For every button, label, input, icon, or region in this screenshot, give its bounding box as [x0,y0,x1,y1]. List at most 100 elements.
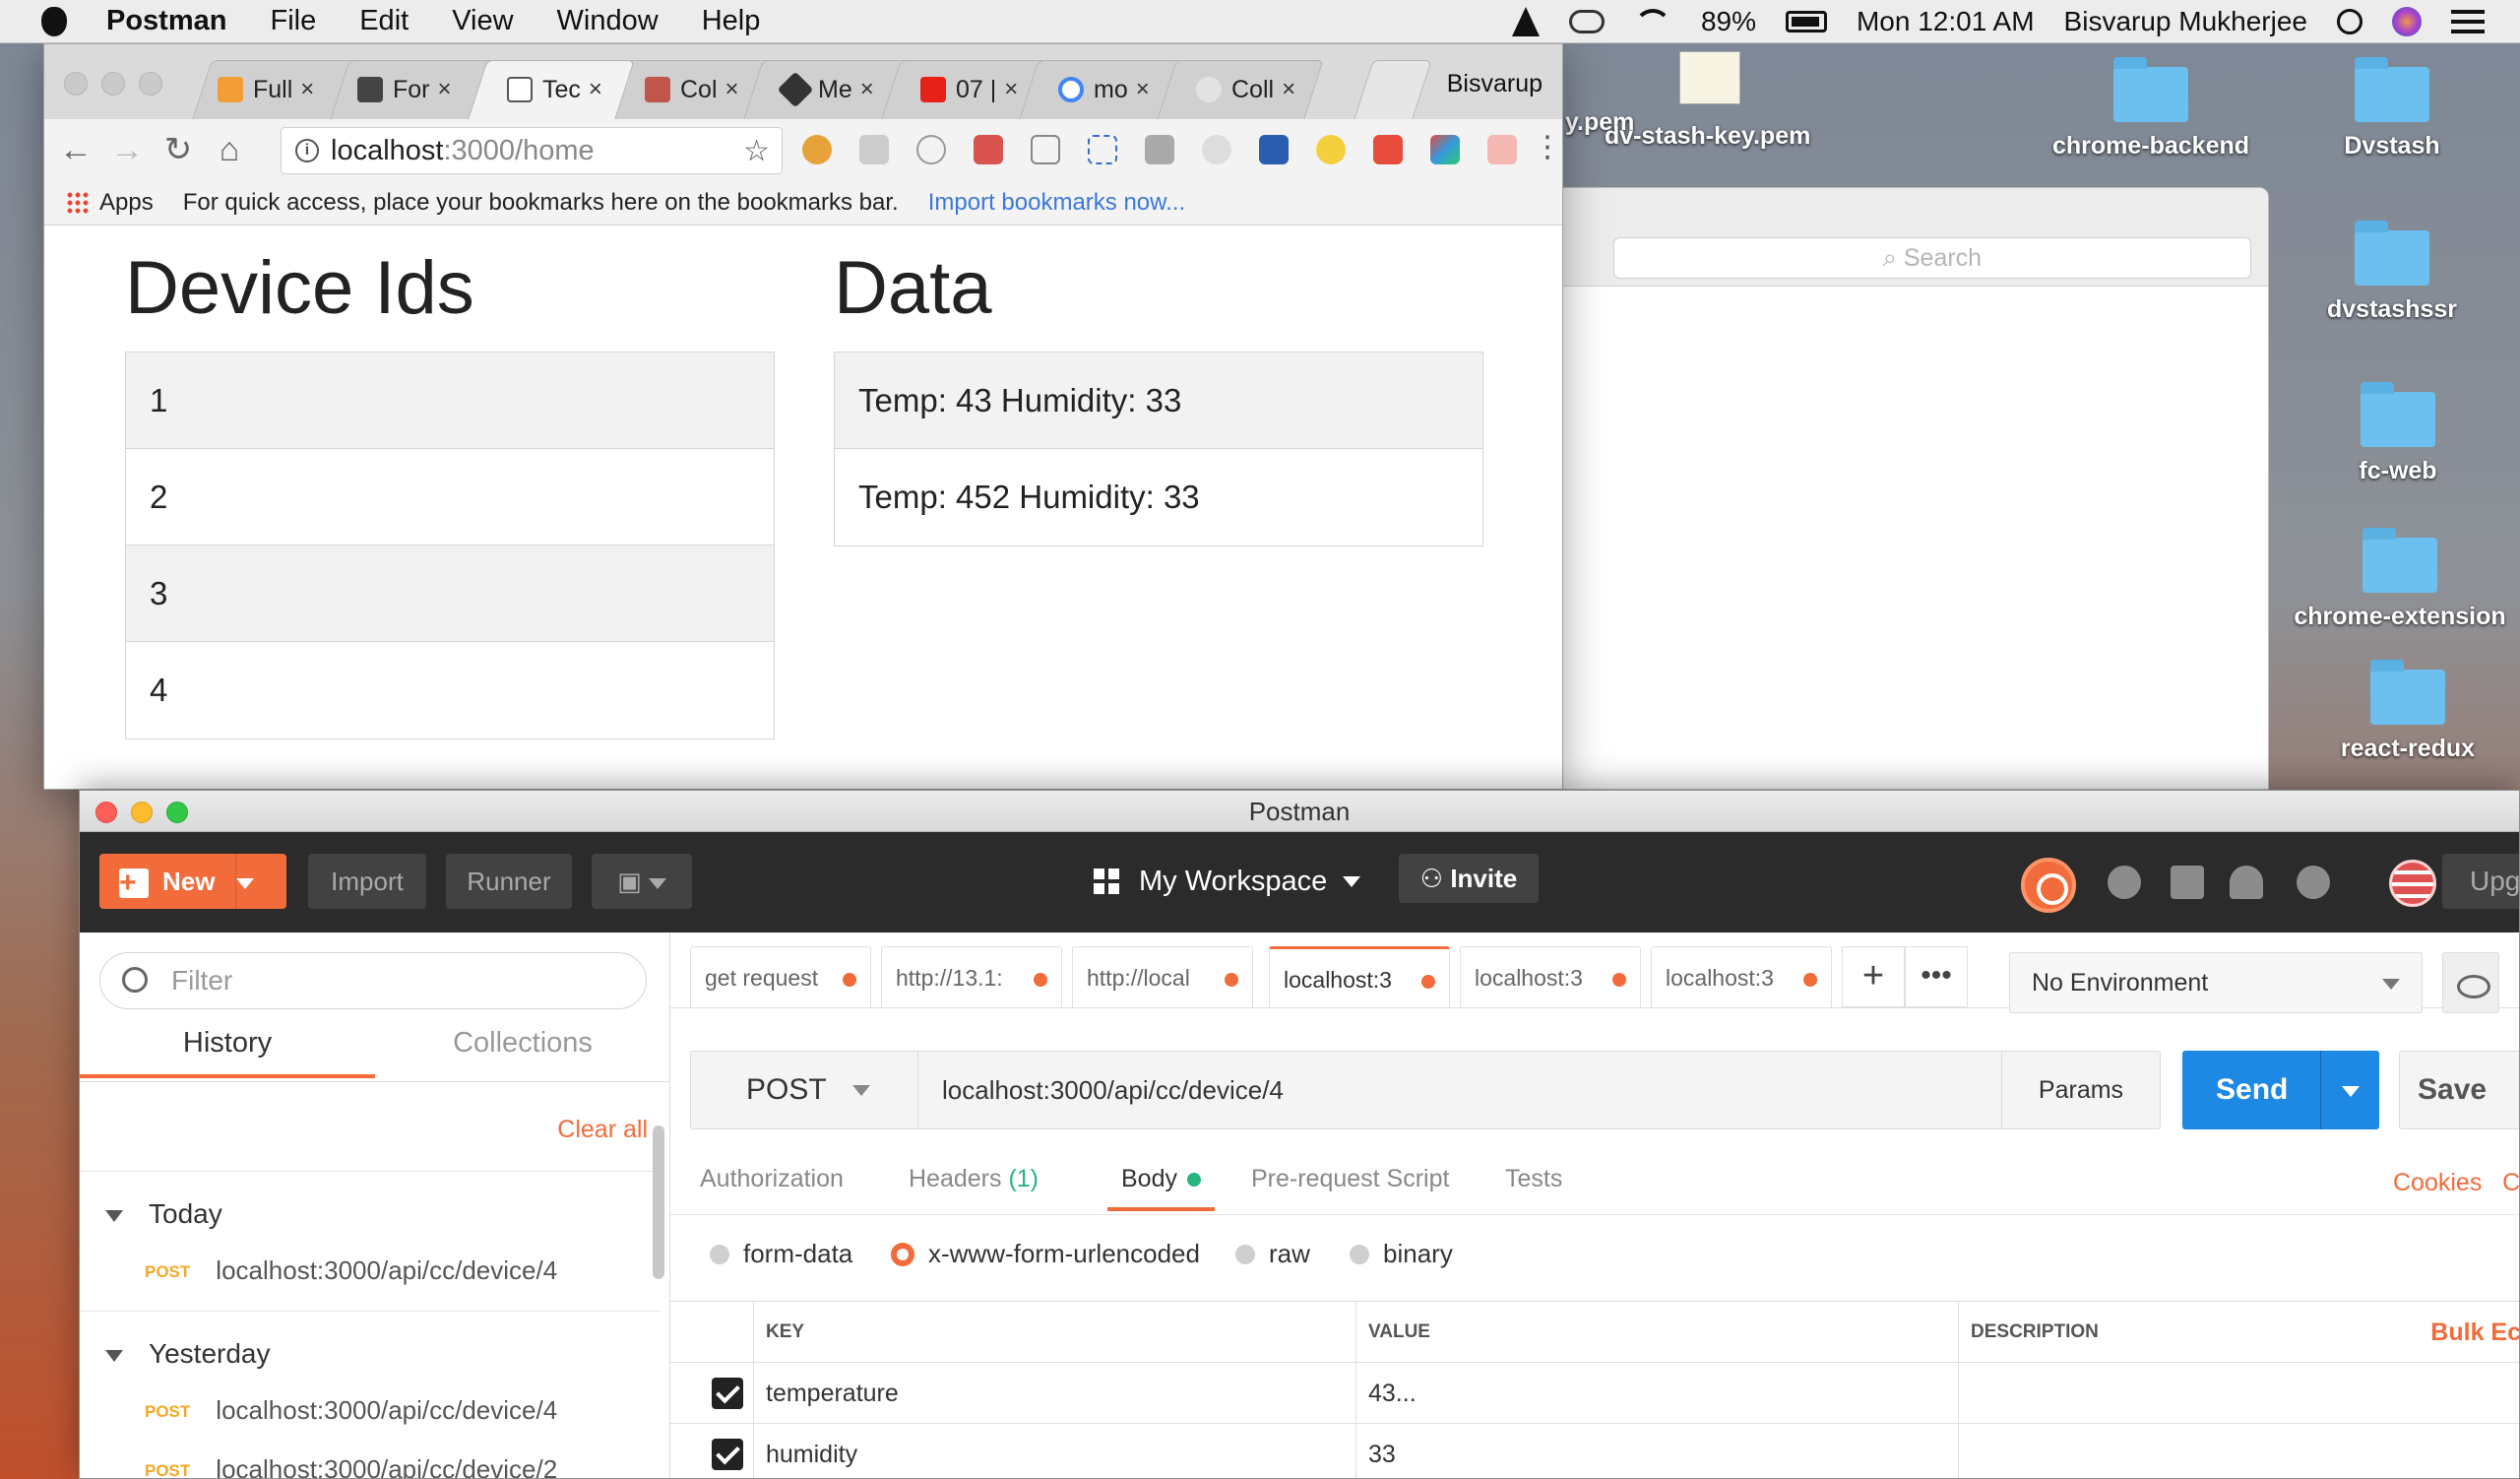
description-input[interactable] [1958,1363,2519,1424]
value-input[interactable]: 33 [1355,1424,1958,1478]
params-button[interactable]: Params [2001,1051,2161,1129]
send-dropdown-button[interactable] [2320,1051,2379,1129]
radio-raw[interactable]: raw [1235,1239,1310,1269]
zoom-window-button[interactable] [139,72,162,96]
reload-icon[interactable]: ↻ [153,130,204,169]
device-id-row[interactable]: 1 [126,353,774,449]
tab-headers[interactable]: Headers (1) [909,1165,1039,1193]
clock[interactable]: Mon 12:01 AM [1857,6,2035,37]
sidebar-scrollbar[interactable] [653,1125,664,1279]
spotlight-icon[interactable] [2337,8,2362,34]
close-tab-icon[interactable]: × [1136,76,1150,103]
device-id-row[interactable]: 4 [126,642,774,739]
desktop-folder-chrome-extension[interactable]: chrome-extension [2280,528,2520,631]
workspace-switcher[interactable]: My Workspace [1094,854,1361,909]
camera-icon[interactable] [1145,135,1174,164]
desktop-file-dv-stash-key[interactable]: dv-stash-key.pem [1605,122,1810,151]
menu-file[interactable]: File [270,5,316,37]
address-bar[interactable]: i localhost:3000/home ☆ [281,127,783,174]
new-tab-button[interactable] [1354,60,1432,119]
import-bookmarks-link[interactable]: Import bookmarks now... [928,189,1185,217]
radio-x-www-form-urlencoded[interactable]: x-www-form-urlencoded [891,1239,1200,1269]
tab-pre-request-script[interactable]: Pre-request Script [1251,1165,1449,1193]
chrome-tab-7[interactable]: mo × [1058,70,1150,109]
invite-button[interactable]: ⚇ Invite [1399,854,1539,903]
extension-cursor-icon[interactable] [1316,135,1346,164]
upgrade-button[interactable]: Upgrade [2442,854,2519,909]
chrome-tab-4[interactable]: Col × [645,70,739,109]
bell-notifications-icon[interactable] [2230,866,2263,899]
chrome-profile-button[interactable]: Bisvarup [1447,70,1543,98]
extension-txt-icon[interactable] [802,135,832,164]
chrome-tab-5[interactable]: Me × [777,70,874,109]
finder-search-input[interactable]: ⌕ Search [1613,237,2251,279]
tab-collections[interactable]: Collections [375,1027,670,1078]
send-button[interactable]: Send [2182,1051,2379,1129]
import-button[interactable]: Import [308,854,426,909]
request-tab[interactable]: get request [690,946,871,1007]
radio-binary[interactable]: binary [1350,1239,1453,1269]
close-tab-icon[interactable]: × [1282,76,1295,103]
extension-text-icon[interactable] [1031,135,1060,164]
notification-center-icon[interactable] [2451,9,2485,33]
environment-select[interactable]: No Environment [2009,952,2423,1013]
close-tab-icon[interactable]: × [438,76,452,103]
description-input[interactable] [1958,1424,2519,1478]
close-tab-icon[interactable]: × [589,76,602,103]
wrench-settings-icon[interactable] [2171,866,2204,899]
more-tabs-icon[interactable]: ••• [1905,946,1968,1007]
radio-form-data[interactable]: form-data [710,1239,852,1269]
request-tab[interactable]: localhost:3 [1460,946,1641,1007]
row-enabled-checkbox[interactable] [712,1439,743,1470]
menu-help[interactable]: Help [702,5,761,37]
new-dropdown-button[interactable] [235,854,286,909]
key-input[interactable]: temperature [753,1363,1355,1424]
creative-cloud-icon[interactable] [1568,9,1605,33]
new-window-button[interactable]: ▣ [592,854,692,909]
history-group-today[interactable]: Today [105,1198,222,1230]
desktop-folder-dvstash[interactable]: Dvstash [2294,57,2490,161]
extension-color-icon[interactable] [1430,135,1460,164]
request-tab-active[interactable]: localhost:3 [1269,946,1450,1007]
chrome-tab-2[interactable]: For × [357,70,452,109]
device-id-row[interactable]: 2 [126,449,774,546]
bookmark-star-icon[interactable]: ☆ [743,134,770,168]
environment-quick-look-eye-icon[interactable] [2442,952,2499,1013]
close-tab-icon[interactable]: × [1004,76,1018,103]
desktop-folder-chrome-backend[interactable]: chrome-backend [2048,57,2254,161]
vlc-icon[interactable] [1511,6,1540,36]
desktop-folder-dvstashssr[interactable]: dvstashssr [2294,221,2490,324]
close-tab-icon[interactable]: × [860,76,874,103]
user-name[interactable]: Bisvarup Mukherjee [2064,6,2307,37]
history-entry[interactable]: POST localhost:3000/api/cc/device/4 [145,1395,557,1426]
battery-icon[interactable] [1785,10,1827,32]
request-tab[interactable]: http://local [1072,946,1253,1007]
request-tab[interactable]: localhost:3 [1651,946,1832,1007]
close-tab-icon[interactable]: × [725,76,739,103]
extension-axe-icon[interactable] [1259,135,1289,164]
siri-icon[interactable] [2392,6,2422,36]
user-avatar[interactable] [2389,860,2436,907]
bookmarks-apps-link[interactable]: Apps [99,189,154,217]
extension-crx-icon[interactable] [859,135,889,164]
chrome-tab-1[interactable]: Full × [218,70,314,109]
bulk-edit-link[interactable]: Bulk Ec [2430,1302,2519,1363]
minimize-window-button[interactable] [101,72,125,96]
desktop-folder-fc-web[interactable]: fc-web [2300,382,2496,485]
kebab-menu-icon[interactable]: ⋮ [1533,133,1562,164]
apps-grid-icon[interactable] [66,190,90,215]
sync-status-icon[interactable] [2021,858,2076,913]
site-info-icon[interactable]: i [295,139,319,162]
history-entry[interactable]: POST localhost:3000/api/cc/device/4 [145,1255,557,1286]
history-group-yesterday[interactable]: Yesterday [105,1338,271,1370]
extension-arrow-icon[interactable] [1487,135,1517,164]
extension-cors-icon[interactable] [1373,135,1403,164]
runner-button[interactable]: Runner [446,854,572,909]
heart-icon[interactable] [2297,866,2330,899]
menu-view[interactable]: View [452,5,513,37]
code-link[interactable]: Co [2502,1169,2519,1196]
history-entry[interactable]: POST localhost:3000/api/cc/device/2 [145,1454,557,1478]
chrome-tab-6[interactable]: 07 | × [920,70,1018,109]
forward-arrow-icon[interactable]: → [101,131,153,169]
tab-body[interactable]: Body [1107,1165,1215,1211]
